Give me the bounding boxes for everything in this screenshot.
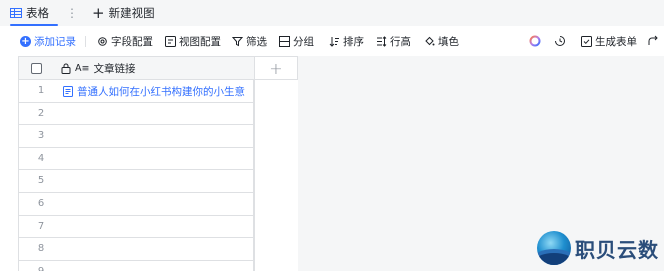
sort-button[interactable]: 排序: [328, 26, 364, 56]
table-row[interactable]: 7: [18, 215, 254, 239]
row-height-icon: [375, 35, 387, 47]
document-icon: [63, 85, 73, 97]
toolbar: + 添加记录 字段配置 视图配置 筛选 分组 排序 行高 填色 生成表单: [0, 26, 664, 56]
group-label: 分组: [293, 35, 314, 48]
add-record-button[interactable]: + 添加记录: [20, 26, 76, 56]
sort-icon: [328, 35, 340, 47]
row-number: 8: [37, 243, 45, 255]
table-row[interactable]: 1 普通人如何在小红书构建你的小生意: [18, 80, 254, 103]
grid-icon: [10, 7, 22, 19]
table-row[interactable]: 5: [18, 170, 254, 193]
row-number: 6: [37, 197, 45, 209]
plus-icon: +: [92, 3, 105, 22]
article-link-text[interactable]: 普通人如何在小红书构建你的小生意: [77, 84, 245, 99]
add-circle-icon: +: [20, 35, 31, 47]
form-icon: [580, 35, 592, 47]
fill-color-button[interactable]: 填色: [423, 26, 459, 56]
new-view-label: 新建视图: [108, 6, 155, 20]
paint-bucket-icon: [423, 35, 435, 47]
table-row[interactable]: 2: [18, 102, 254, 126]
watermark-logo: [537, 231, 571, 265]
field-config-label: 字段配置: [111, 35, 153, 48]
logo-wave-dark: [537, 253, 571, 265]
table-row[interactable]: 3: [18, 125, 254, 148]
watermark: 职贝云数: [537, 229, 659, 267]
row-height-button[interactable]: 行高: [375, 26, 411, 56]
row-number: 1: [37, 85, 45, 96]
view-tab-bar: 表格 ⋮ + 新建视图: [0, 0, 664, 26]
group-icon: [278, 35, 290, 47]
ai-assistant-icon: [529, 35, 541, 47]
ai-assistant-button[interactable]: [529, 26, 541, 56]
row-height-label: 行高: [390, 35, 411, 48]
sort-label: 排序: [343, 35, 364, 48]
article-link-cell[interactable]: 普通人如何在小红书构建你的小生意: [63, 80, 245, 102]
filter-icon: [231, 35, 243, 47]
filter-label: 筛选: [246, 35, 267, 48]
table-row[interactable]: 6: [18, 192, 254, 216]
history-button[interactable]: [554, 26, 566, 56]
column-header-article-link[interactable]: A≡ 文章链接: [61, 57, 135, 79]
column-header-label: 文章链接: [93, 62, 136, 75]
table-row[interactable]: 4: [18, 147, 254, 171]
tab-label: 表格: [26, 6, 49, 20]
fill-color-label: 填色: [438, 35, 459, 48]
watermark-text: 职贝云数: [575, 237, 659, 262]
table-row[interactable]: 9: [18, 260, 254, 271]
lock-icon: [61, 63, 71, 74]
row-number: 5: [37, 175, 45, 187]
add-column-button[interactable]: +: [254, 56, 298, 80]
text-field-type-icon: A≡: [75, 62, 90, 74]
share-icon: [647, 35, 659, 47]
data-grid: A≡ 文章链接 + 1 普通人如何在小红书构建你的小生意 2 3 4 5 6 7…: [18, 56, 298, 271]
generate-form-label: 生成表单: [595, 35, 637, 48]
generate-form-button[interactable]: 生成表单: [580, 26, 637, 56]
grid-header-row: A≡ 文章链接: [18, 56, 254, 80]
history-icon: [554, 35, 566, 47]
row-number: 2: [37, 107, 45, 119]
select-all-checkbox[interactable]: [31, 63, 42, 74]
more-options-icon[interactable]: ⋮: [66, 6, 78, 20]
view-config-button[interactable]: 视图配置: [164, 26, 221, 56]
add-record-label: 添加记录: [34, 35, 76, 48]
row-number: 3: [37, 130, 45, 142]
row-number: 7: [37, 220, 45, 232]
toolbar-divider: [85, 36, 86, 47]
new-view-button[interactable]: + 新建视图: [92, 0, 155, 26]
filter-button[interactable]: 筛选: [231, 26, 267, 56]
view-config-label: 视图配置: [179, 35, 221, 48]
table-row[interactable]: 8: [18, 238, 254, 261]
row-number: 4: [37, 152, 45, 164]
field-config-button[interactable]: 字段配置: [96, 26, 153, 56]
gear-icon: [96, 35, 108, 47]
view-settings-icon: [164, 35, 176, 47]
grid-rows: 1 普通人如何在小红书构建你的小生意 2 3 4 5 6 7 8 9: [18, 80, 254, 271]
group-button[interactable]: 分组: [278, 26, 314, 56]
row-number: 9: [19, 261, 61, 271]
share-button[interactable]: [647, 26, 659, 56]
